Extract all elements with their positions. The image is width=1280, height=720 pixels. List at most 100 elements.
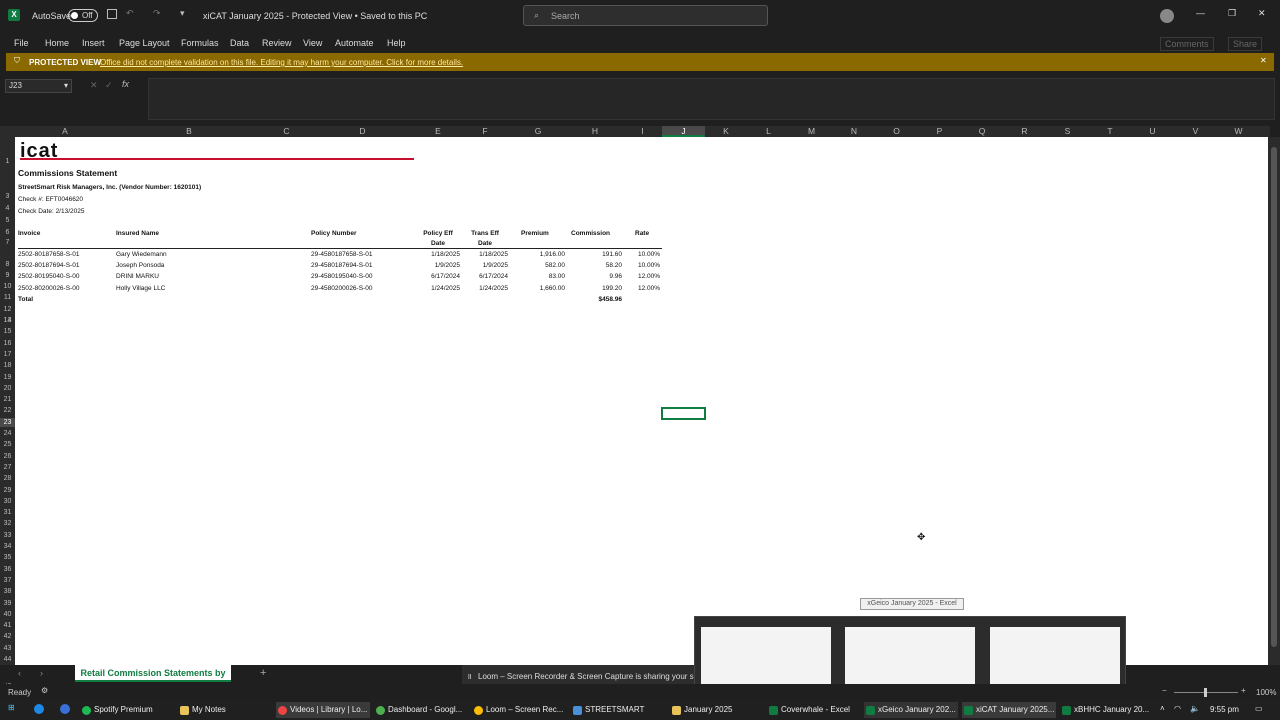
enter-icon[interactable]: ✓ bbox=[105, 80, 113, 91]
wifi-icon[interactable]: ◠ bbox=[1174, 704, 1181, 713]
cell-premium[interactable]: 1,916.00 bbox=[509, 251, 565, 259]
cell-premium[interactable]: 582.00 bbox=[509, 262, 565, 270]
comments-button[interactable]: Comments bbox=[1160, 37, 1214, 51]
row-header[interactable]: 25 bbox=[0, 440, 15, 449]
cell-invoice[interactable]: 2502-80187658-S-01 bbox=[18, 251, 79, 259]
column-header[interactable]: B bbox=[115, 126, 263, 137]
cell-policy-eff[interactable]: 1/24/2025 bbox=[415, 285, 460, 293]
cell-invoice[interactable]: 2502-80200026-S-00 bbox=[18, 285, 79, 293]
row-header[interactable]: 4 bbox=[0, 204, 15, 213]
window-thumbnail[interactable] bbox=[701, 623, 831, 691]
avatar[interactable] bbox=[1160, 9, 1174, 23]
cell-policy-eff[interactable]: 6/17/2024 bbox=[415, 273, 460, 281]
row-header[interactable]: 18 bbox=[0, 361, 15, 370]
cell-policy-eff[interactable]: 1/18/2025 bbox=[415, 251, 460, 259]
row-header[interactable]: 6 bbox=[0, 228, 15, 237]
row-header[interactable]: 20 bbox=[0, 384, 15, 393]
row-header[interactable]: 42 bbox=[0, 632, 15, 641]
cell-invoice[interactable]: 2502-80195040-S-00 bbox=[18, 273, 79, 281]
column-header[interactable]: H bbox=[567, 126, 623, 137]
cell-policy-eff[interactable]: 1/9/2025 bbox=[415, 262, 460, 270]
notification-icon[interactable]: ▭ bbox=[1255, 704, 1263, 713]
cell-policy[interactable]: 29-4580200026-S-00 bbox=[311, 285, 372, 293]
formula-input[interactable] bbox=[148, 78, 1275, 120]
cell-trans-eff[interactable]: 1/9/2025 bbox=[461, 262, 508, 270]
browser-icon[interactable] bbox=[60, 704, 70, 714]
row-header[interactable]: 8 bbox=[0, 260, 15, 269]
zoom-level[interactable]: 100% bbox=[1256, 688, 1276, 697]
row-header[interactable]: 28 bbox=[0, 474, 15, 483]
menu-view[interactable]: View bbox=[303, 38, 322, 48]
row-header[interactable]: 31 bbox=[0, 508, 15, 517]
chevron-up-icon[interactable]: ˄ bbox=[1160, 704, 1165, 713]
cell-commission[interactable]: 199.20 bbox=[567, 285, 622, 293]
row-header[interactable]: 12 bbox=[0, 305, 15, 314]
row-header[interactable]: 39 bbox=[0, 599, 15, 608]
close-icon[interactable]: ✕ bbox=[1260, 56, 1267, 65]
column-header[interactable]: C bbox=[263, 126, 310, 137]
row-header[interactable]: 16 bbox=[0, 339, 15, 348]
column-header[interactable]: P bbox=[918, 126, 961, 137]
column-header[interactable]: T bbox=[1089, 126, 1131, 137]
menu-formulas[interactable]: Formulas bbox=[181, 38, 219, 48]
taskbar-item-xgeico[interactable]: xGeico January 202... bbox=[864, 702, 958, 718]
row-header[interactable]: 35 bbox=[0, 553, 15, 562]
menu-review[interactable]: Review bbox=[262, 38, 292, 48]
row-header[interactable]: 41 bbox=[0, 621, 15, 630]
row-header[interactable]: 34 bbox=[0, 542, 15, 551]
taskbar-item-loom[interactable]: Loom – Screen Rec... bbox=[472, 702, 566, 718]
row-header[interactable]: 5 bbox=[0, 216, 15, 225]
cell-rate[interactable]: 12.00% bbox=[623, 273, 660, 281]
add-sheet-icon[interactable]: + bbox=[260, 667, 266, 679]
cell-premium[interactable]: 1,660.00 bbox=[509, 285, 565, 293]
selected-cell[interactable] bbox=[661, 407, 706, 420]
taskbar-item-videos[interactable]: Videos | Library | Lo... bbox=[276, 702, 370, 718]
row-header[interactable]: 37 bbox=[0, 576, 15, 585]
row-header[interactable]: 38 bbox=[0, 587, 15, 596]
row-header[interactable]: 22 bbox=[0, 406, 15, 415]
save-icon[interactable] bbox=[107, 9, 117, 19]
row-header[interactable]: 1 bbox=[0, 157, 15, 166]
cell-insured[interactable]: Gary Wiedemann bbox=[116, 251, 167, 259]
row-header[interactable]: 3 bbox=[0, 192, 15, 201]
customize-toolbar-icon[interactable]: ▾ bbox=[180, 8, 185, 19]
row-header[interactable]: 7 bbox=[0, 238, 15, 247]
cell-rate[interactable]: 10.00% bbox=[623, 262, 660, 270]
cell-trans-eff[interactable]: 1/18/2025 bbox=[461, 251, 508, 259]
row-header[interactable]: 10 bbox=[0, 282, 15, 291]
row-header[interactable]: 15 bbox=[0, 327, 15, 336]
menu-data[interactable]: Data bbox=[230, 38, 249, 48]
column-header[interactable]: G bbox=[509, 126, 567, 137]
column-header[interactable]: K bbox=[705, 126, 747, 137]
cell-invoice[interactable]: 2502-80187694-S-01 bbox=[18, 262, 79, 270]
column-header[interactable]: O bbox=[875, 126, 918, 137]
cell-insured[interactable]: DRINI MARKU bbox=[116, 273, 159, 281]
taskbar-item-spotify[interactable]: Spotify Premium bbox=[80, 702, 172, 718]
menu-file[interactable]: File bbox=[14, 38, 29, 48]
column-header[interactable]: R bbox=[1003, 126, 1046, 137]
cell-commission[interactable]: 58.20 bbox=[567, 262, 622, 270]
autosave-toggle[interactable]: Off bbox=[68, 9, 98, 22]
taskbar-item-coverwhale[interactable]: Coverwhale - Excel bbox=[767, 702, 861, 718]
edge-icon[interactable] bbox=[34, 704, 44, 714]
sheet-tab-active[interactable]: Retail Commission Statements by bbox=[75, 665, 231, 682]
start-icon[interactable]: ⊞ bbox=[8, 703, 15, 712]
row-header[interactable]: 26 bbox=[0, 452, 15, 461]
column-header[interactable]: M bbox=[790, 126, 833, 137]
menu-page-layout[interactable]: Page Layout bbox=[119, 38, 170, 48]
taskbar-item-streetsmart[interactable]: STREETSMART bbox=[571, 702, 665, 718]
cell-policy[interactable]: 29-4580187658-S-01 bbox=[311, 251, 372, 259]
cell-commission[interactable]: 191.60 bbox=[567, 251, 622, 259]
zoom-out-icon[interactable]: − bbox=[1162, 686, 1167, 695]
column-header[interactable]: F bbox=[461, 126, 509, 137]
row-header[interactable]: 40 bbox=[0, 610, 15, 619]
row-header[interactable]: 17 bbox=[0, 350, 15, 359]
column-header[interactable]: Q bbox=[961, 126, 1003, 137]
cell-trans-eff[interactable]: 6/17/2024 bbox=[461, 273, 508, 281]
row-header[interactable]: 9 bbox=[0, 271, 15, 280]
column-header[interactable]: D bbox=[310, 126, 415, 137]
row-header[interactable]: 29 bbox=[0, 486, 15, 495]
row-header[interactable]: 24 bbox=[0, 429, 15, 438]
cell-rate[interactable]: 12.00% bbox=[623, 285, 660, 293]
vertical-scrollbar[interactable] bbox=[1268, 137, 1280, 665]
